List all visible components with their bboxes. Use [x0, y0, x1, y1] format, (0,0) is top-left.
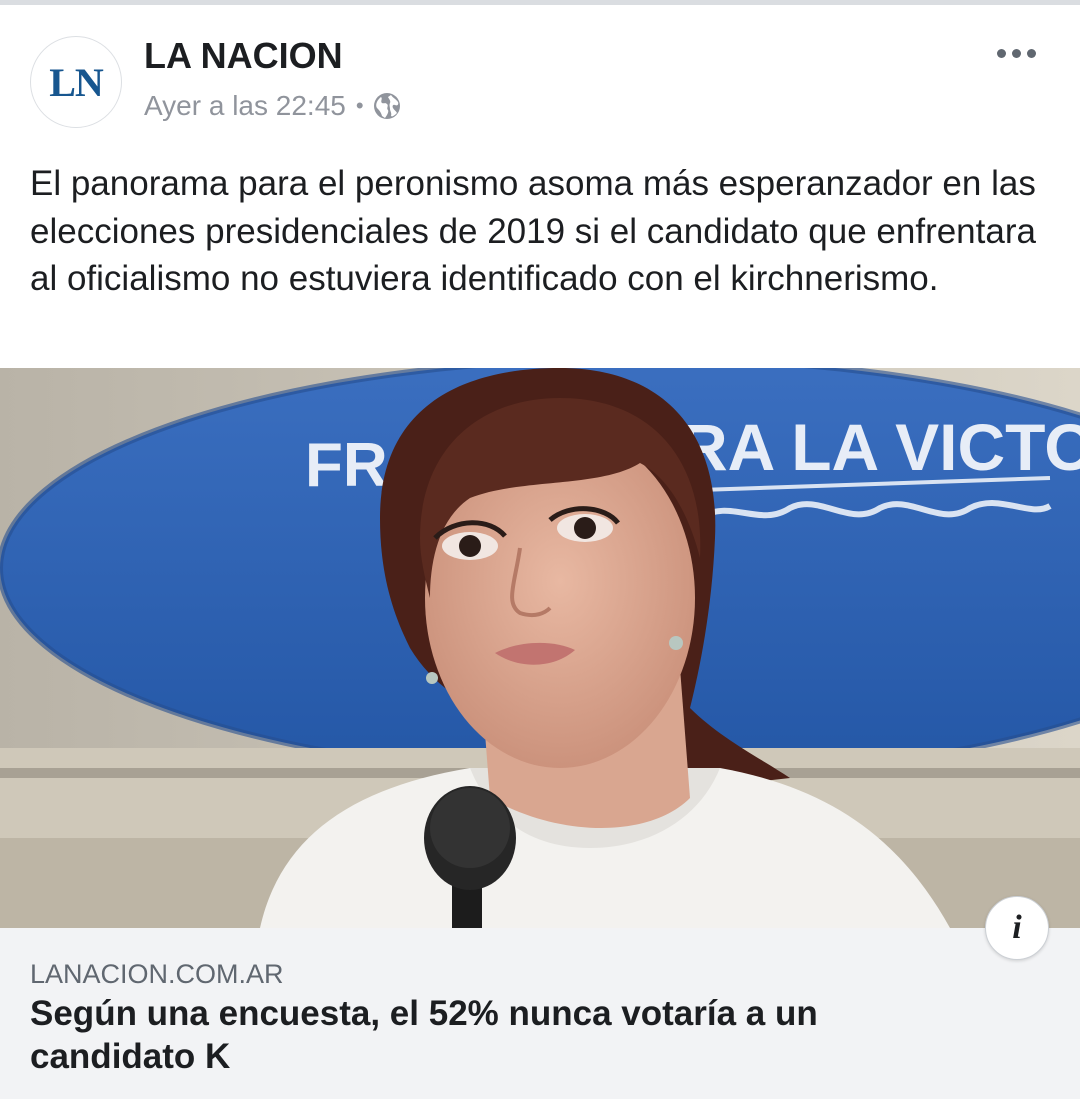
avatar-logo-text: LN	[49, 59, 104, 105]
banner-text-right: RA LA VICTO	[680, 410, 1080, 484]
page-name-link[interactable]: LA NACION	[144, 36, 343, 76]
post-timestamp[interactable]: Ayer a las 22:45	[144, 88, 346, 124]
meta-separator: •	[355, 93, 364, 118]
post-meta: Ayer a las 22:45 •	[144, 88, 402, 124]
more-options-button[interactable]	[988, 36, 1044, 70]
post-photo[interactable]: FR RA LA VICTO	[0, 368, 1080, 928]
facebook-post: LN LA NACION Ayer a las 22:45 • El panor…	[0, 0, 1080, 1099]
link-preview[interactable]: LANACION.COM.AR Según una encuesta, el 5…	[0, 928, 1080, 1099]
info-icon: i	[1012, 909, 1022, 946]
page-avatar[interactable]: LN	[30, 36, 122, 128]
globe-icon	[372, 91, 402, 121]
link-domain: LANACION.COM.AR	[30, 959, 284, 989]
banner-text-left: FR	[305, 431, 388, 500]
feed-divider	[0, 0, 1080, 5]
link-title[interactable]: Según una encuesta, el 52% nunca votaría…	[30, 992, 950, 1078]
post-message: El panorama para el peronismo asoma más …	[30, 164, 1036, 298]
more-dots-icon	[996, 48, 1006, 58]
info-button[interactable]: i	[985, 896, 1049, 960]
